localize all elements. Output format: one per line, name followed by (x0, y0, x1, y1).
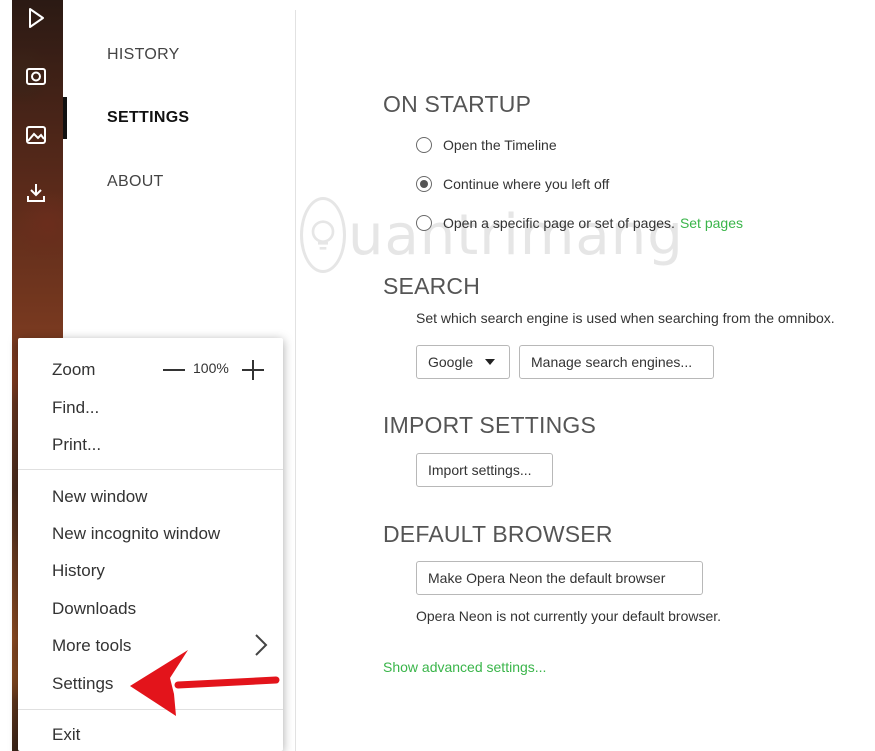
radio-button[interactable] (416, 215, 432, 231)
nav-divider (295, 10, 296, 751)
menu-item-exit[interactable]: Exit (52, 725, 80, 745)
default-browser-title: DEFAULT BROWSER (383, 521, 613, 547)
nav-history[interactable]: HISTORY (107, 46, 180, 64)
menu-item-find[interactable]: Find... (52, 398, 99, 418)
startup-title: ON STARTUP (383, 91, 532, 117)
zoom-value: 100% (193, 360, 229, 376)
menu-item-history[interactable]: History (52, 561, 105, 581)
nav-about[interactable]: ABOUT (107, 173, 164, 191)
menu-separator (18, 469, 283, 470)
menu-item-new-incognito[interactable]: New incognito window (52, 524, 220, 544)
import-settings-button[interactable]: Import settings... (416, 453, 553, 487)
radio-button-checked[interactable] (416, 176, 432, 192)
set-pages-link[interactable]: Set pages (680, 215, 743, 231)
menu-item-print[interactable]: Print... (52, 435, 101, 455)
menu-item-downloads[interactable]: Downloads (52, 599, 136, 619)
menu-item-more-tools[interactable]: More tools (52, 636, 131, 656)
startup-option-specific[interactable]: Open a specific page or set of pages. Se… (416, 212, 743, 234)
lightbulb-watermark-icon (300, 197, 346, 273)
search-engine-value: Google (428, 354, 474, 370)
image-icon[interactable] (23, 122, 49, 148)
make-default-browser-button[interactable]: Make Opera Neon the default browser (416, 561, 703, 595)
nav-settings[interactable]: SETTINGS (107, 109, 189, 127)
menu-item-new-window[interactable]: New window (52, 487, 147, 507)
startup-option-label: Open a specific page or set of pages. (443, 215, 675, 231)
search-title: SEARCH (383, 273, 481, 299)
download-icon[interactable] (23, 180, 49, 206)
red-arrow-annotation (130, 650, 280, 716)
startup-option-timeline[interactable]: Open the Timeline (416, 134, 557, 156)
zoom-out-icon[interactable] (163, 369, 185, 371)
play-icon[interactable] (23, 5, 49, 31)
watermark: uantrimang (300, 195, 683, 275)
zoom-in-icon[interactable] (242, 360, 264, 380)
startup-option-continue[interactable]: Continue where you left off (416, 173, 609, 195)
startup-option-label: Open the Timeline (443, 137, 557, 153)
menu-item-settings[interactable]: Settings (52, 674, 113, 694)
startup-option-label: Continue where you left off (443, 176, 610, 192)
manage-search-engines-button[interactable]: Manage search engines... (519, 345, 714, 379)
active-nav-indicator (63, 97, 67, 139)
camera-icon[interactable] (23, 63, 49, 89)
default-browser-status: Opera Neon is not currently your default… (416, 608, 722, 624)
menu-zoom-label: Zoom (52, 360, 96, 379)
show-advanced-settings-link[interactable]: Show advanced settings... (383, 659, 546, 675)
caret-down-icon (485, 359, 496, 365)
search-engine-select[interactable]: Google (416, 345, 510, 379)
radio-button[interactable] (416, 137, 432, 153)
import-title: IMPORT SETTINGS (383, 412, 597, 438)
search-description: Set which search engine is used when sea… (416, 310, 835, 326)
